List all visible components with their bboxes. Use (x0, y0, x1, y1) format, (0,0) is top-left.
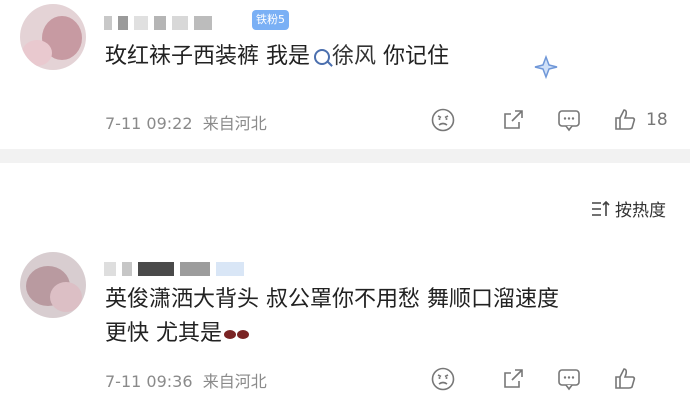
avatar[interactable] (20, 4, 86, 70)
bean-emoji-icon (224, 329, 236, 339)
search-icon (314, 49, 330, 65)
like-icon (615, 109, 636, 130)
sort-label: 按热度 (615, 201, 666, 221)
section-divider (0, 149, 690, 163)
share-icon (504, 110, 523, 129)
like-button[interactable]: 18 (612, 105, 668, 135)
comment-icon (558, 110, 580, 132)
comment-text-line2: 更快 尤其是 (105, 321, 222, 346)
avatar[interactable] (20, 252, 86, 318)
comment-text-line1: 英俊潇洒大背头 叔公罩你不用愁 舞顺口溜速度 (105, 287, 559, 312)
share-button[interactable] (500, 364, 526, 394)
comment-text: 玫红袜子西装裤 我是 徐风 你记住 (105, 40, 449, 74)
sort-by-heat-button[interactable]: 按热度 (591, 196, 666, 221)
share-button[interactable] (500, 105, 526, 135)
username-blurred[interactable] (104, 12, 218, 30)
comment-text-tail: 你记住 (376, 44, 450, 69)
sparkle-icon (534, 55, 558, 79)
angry-face-icon (431, 108, 455, 132)
like-count: 18 (646, 110, 668, 130)
angry-face-icon (431, 367, 455, 391)
comment-text-main: 玫红袜子西装裤 我是 (105, 44, 310, 69)
comment-button[interactable] (556, 364, 582, 394)
comment-text: 英俊潇洒大背头 叔公罩你不用愁 舞顺口溜速度 更快 尤其是 (105, 283, 559, 351)
comment-icon (558, 369, 580, 391)
like-button[interactable] (612, 364, 638, 394)
comment-text-line2-wrap: 更快 尤其是 (105, 317, 559, 351)
angry-face-button[interactable] (430, 364, 456, 394)
username-blurred[interactable] (104, 258, 250, 276)
sort-icon (592, 200, 610, 216)
bean-emoji-icon (237, 329, 249, 339)
comment-actions: 18 (0, 105, 690, 135)
comment-button[interactable] (556, 105, 582, 135)
angry-face-button[interactable] (430, 105, 456, 135)
like-icon (615, 368, 636, 389)
search-link[interactable]: 徐风 (332, 44, 376, 69)
comment-actions (0, 364, 690, 394)
share-icon (504, 369, 523, 388)
fan-badge: 铁粉5 (252, 10, 289, 30)
